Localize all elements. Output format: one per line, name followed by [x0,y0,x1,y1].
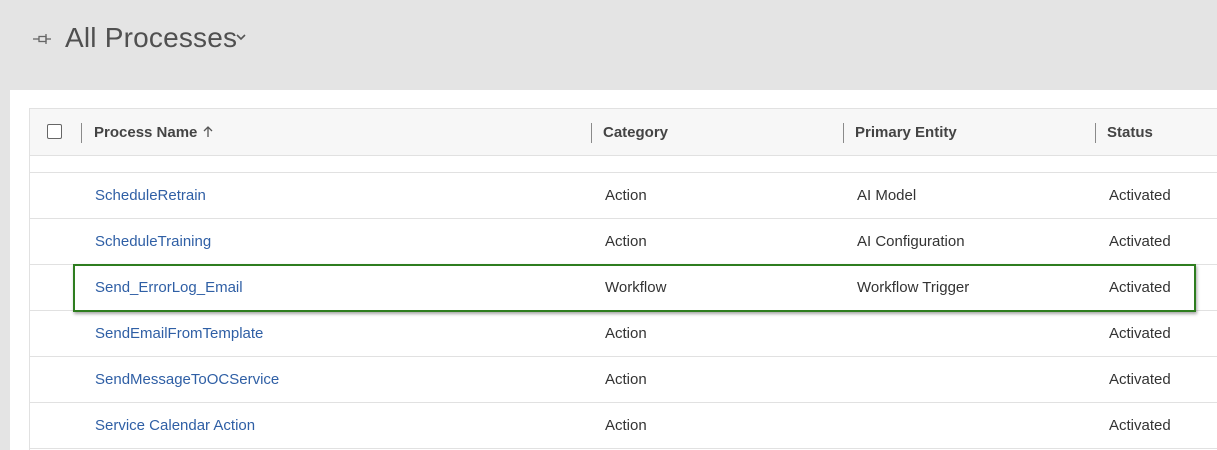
grid-header: Process Name Category Primary Entity Sta… [30,108,1217,156]
processes-page: All Processes Process Name Category Prim… [0,0,1217,450]
primary-entity-cell: AI Model [857,187,917,204]
column-header-category[interactable]: Category [603,123,668,143]
pin-icon[interactable] [32,31,52,47]
status-cell: Activated [1109,417,1171,434]
view-header: All Processes [0,0,1217,90]
process-name-link[interactable]: SendEmailFromTemplate [95,311,263,356]
status-cell: Activated [1109,187,1171,204]
primary-entity-cell: AI Configuration [857,233,965,250]
table-row[interactable]: SendEmailFromTemplate Action Activated [30,311,1217,357]
status-cell: Activated [1109,279,1171,296]
process-name-link[interactable]: ScheduleTraining [95,219,211,264]
column-separator[interactable] [81,123,82,143]
process-name-link[interactable]: ScheduleRetrain [95,173,206,218]
process-name-link[interactable]: SendMessageToOCService [95,357,279,402]
left-strip [0,90,10,176]
category-cell: Action [605,187,647,204]
chevron-down-icon[interactable] [234,31,248,43]
category-cell: Action [605,233,647,250]
table-row[interactable]: Service Calendar Action Action Activated [30,403,1217,449]
grid-spacer [30,156,1217,173]
status-cell: Activated [1109,371,1171,388]
column-header-process-name[interactable]: Process Name [94,123,213,143]
process-name-link[interactable]: Service Calendar Action [95,403,255,448]
content-area: Process Name Category Primary Entity Sta… [10,90,1217,450]
category-cell: Action [605,417,647,434]
column-header-label: Process Name [94,124,198,141]
process-grid: Process Name Category Primary Entity Sta… [29,108,1217,450]
process-name-link[interactable]: Send_ErrorLog_Email [95,265,243,310]
column-header-status[interactable]: Status [1107,123,1153,143]
table-row[interactable]: ScheduleRetrain Action AI Model Activate… [30,173,1217,219]
page-title[interactable]: All Processes [65,20,237,56]
primary-entity-cell: Workflow Trigger [857,279,970,296]
category-cell: Action [605,325,647,342]
arrow-up-icon [203,126,213,138]
column-separator[interactable] [1095,123,1096,143]
table-row[interactable]: ScheduleTraining Action AI Configuration… [30,219,1217,265]
column-header-primary-entity[interactable]: Primary Entity [855,123,957,143]
column-separator[interactable] [591,123,592,143]
status-cell: Activated [1109,325,1171,342]
category-cell: Workflow [605,279,667,296]
status-cell: Activated [1109,233,1171,250]
select-all-checkbox[interactable] [47,124,62,139]
table-row[interactable]: SendMessageToOCService Action Activated [30,357,1217,403]
category-cell: Action [605,371,647,388]
table-row[interactable]: Send_ErrorLog_Email Workflow Workflow Tr… [30,265,1217,311]
column-separator[interactable] [843,123,844,143]
